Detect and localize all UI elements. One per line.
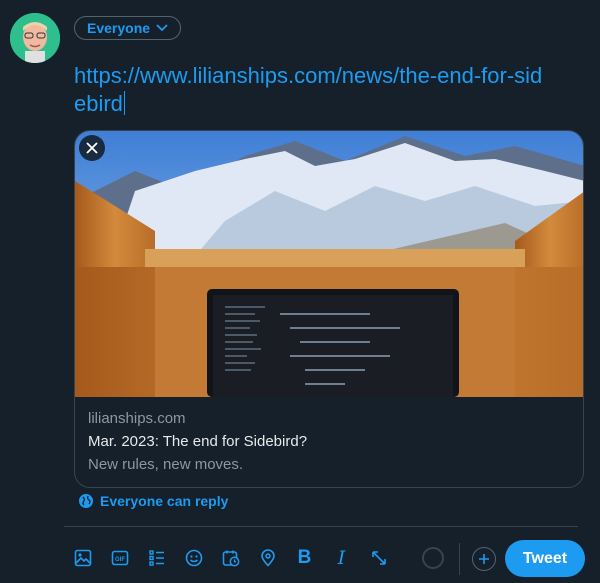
expand-icon	[371, 551, 386, 565]
reply-setting-button[interactable]: Everyone can reply	[78, 493, 228, 509]
bold-button[interactable]: B	[286, 540, 323, 576]
gif-icon: GIF	[111, 550, 128, 566]
remove-card-button[interactable]	[79, 135, 105, 161]
link-preview-meta: lilianships.com Mar. 2023: The end for S…	[88, 409, 571, 475]
tweet-button[interactable]: Tweet	[505, 540, 585, 577]
add-location-button[interactable]	[249, 540, 286, 576]
svg-text:GIF: GIF	[115, 557, 125, 563]
poll-icon	[148, 550, 164, 566]
composer-toolbar: GIF B I	[64, 540, 397, 576]
chevron-down-icon	[156, 24, 168, 32]
add-emoji-button[interactable]	[175, 540, 212, 576]
tweet-text-input[interactable]: https://www.lilianships.com/news/the-end…	[74, 62, 554, 118]
globe-icon	[79, 494, 93, 508]
image-icon	[74, 549, 91, 567]
close-icon	[86, 142, 98, 154]
character-count-ring	[422, 547, 444, 569]
plus-icon	[479, 554, 489, 564]
italic-button[interactable]: I	[323, 540, 360, 576]
avatar[interactable]	[10, 13, 60, 63]
bold-icon: B	[297, 547, 312, 568]
divider	[64, 526, 578, 527]
link-preview-image	[75, 131, 583, 397]
location-icon	[260, 549, 275, 567]
toolbar-divider	[459, 543, 460, 575]
add-poll-button[interactable]	[138, 540, 175, 576]
audience-selector[interactable]: Everyone	[74, 16, 182, 40]
emoji-icon	[185, 549, 202, 567]
expand-button[interactable]	[360, 540, 397, 576]
italic-icon: I	[337, 547, 346, 569]
reply-setting-label: Everyone can reply	[100, 493, 229, 509]
tweet-url-text: https://www.lilianships.com/news/the-end…	[74, 63, 543, 116]
add-thread-button[interactable]	[472, 547, 496, 571]
link-preview-card[interactable]: lilianships.com Mar. 2023: The end for S…	[74, 130, 584, 488]
add-media-button[interactable]	[64, 540, 101, 576]
audience-label: Everyone	[87, 20, 151, 36]
card-description: New rules, new moves.	[88, 456, 244, 473]
card-domain: lilianships.com	[88, 410, 186, 427]
card-title: Mar. 2023: The end for Sidebird?	[88, 433, 308, 450]
schedule-icon	[222, 550, 239, 567]
schedule-button[interactable]	[212, 540, 249, 576]
text-caret	[123, 91, 125, 115]
add-gif-button[interactable]: GIF	[101, 540, 138, 576]
avatar-image	[10, 13, 60, 63]
